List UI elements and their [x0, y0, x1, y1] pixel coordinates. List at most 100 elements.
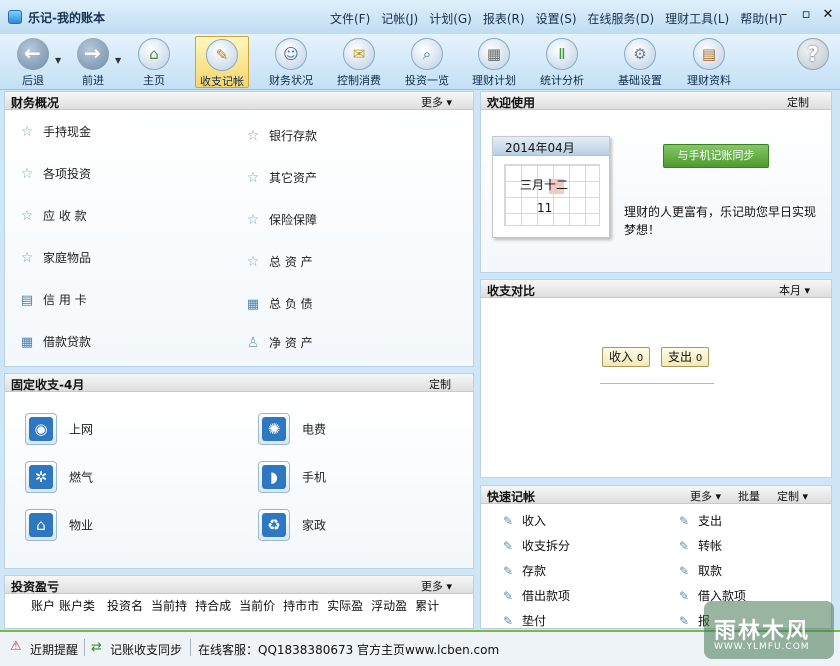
- quick-item[interactable]: ✎ 支出: [679, 512, 722, 529]
- pencil-icon: ✎: [503, 614, 514, 628]
- period-dropdown[interactable]: 本月 ▾: [779, 282, 810, 298]
- income-expense-comparison-panel: 收支对比 本月 ▾ 收入 0 支出 0: [480, 279, 832, 478]
- comparison-axis-line: [600, 383, 714, 384]
- online-service-text[interactable]: 在线客服：QQ1838380673: [198, 641, 353, 658]
- expense-chip[interactable]: 支出 0: [661, 347, 710, 367]
- homepage-link[interactable]: 官方主页www.lcben.com: [357, 641, 499, 658]
- tab-bookkeeping[interactable]: 收支记帐: [195, 36, 249, 88]
- magnifier-icon: [411, 38, 443, 70]
- home-button[interactable]: 主页: [127, 36, 181, 88]
- fixed-item[interactable]: ✲ 燃气: [25, 461, 93, 493]
- income-chip[interactable]: 收入 0: [602, 347, 651, 367]
- column-header[interactable]: 持合成: [195, 597, 231, 614]
- maximize-button[interactable]: ▫: [800, 8, 812, 22]
- column-header[interactable]: 累计: [415, 597, 439, 614]
- menu-file[interactable]: 文件(F): [330, 10, 370, 27]
- watermark-name: 雨林木风: [714, 619, 811, 644]
- title-bar: 乐记-我的账本 文件(F) 记帐(J) 计划(G) 报表(R) 设置(S) 在线…: [0, 0, 840, 34]
- column-header[interactable]: 账户类: [59, 597, 95, 614]
- column-header[interactable]: 浮动盈: [371, 597, 407, 614]
- lightbulb-icon: ✺: [258, 413, 290, 445]
- menu-settings[interactable]: 设置(S): [536, 10, 577, 27]
- tab-investment-overview[interactable]: 投资一览: [400, 36, 454, 88]
- forward-dropdown-icon[interactable]: ▼: [115, 56, 121, 65]
- quick-item[interactable]: ✎ 存款: [503, 562, 546, 579]
- welcome-panel: 欢迎使用 定制 2014年04月 三月十二 11 与手机记账同步 理财的人更富有…: [480, 91, 832, 273]
- column-header[interactable]: 持市市: [283, 597, 319, 614]
- finance-item[interactable]: ☆ 家庭物品: [19, 249, 91, 266]
- tab-financial-status[interactable]: 财务状况: [264, 36, 318, 88]
- calendar-icon: [478, 38, 510, 70]
- mobile-sync-button[interactable]: 与手机记账同步: [663, 144, 769, 168]
- star-icon: ☆: [246, 254, 260, 270]
- finance-item[interactable]: ♙ 净 资 产: [245, 334, 313, 351]
- fixed-income-expense-panel: 固定收支-4月 定制 ◉ 上网 ✲ 燃气 ⌂ 物业 ✺ 电费 ◗ 手机 ♻ 家政: [4, 373, 474, 569]
- tab-financial-plan[interactable]: 理财计划: [467, 36, 521, 88]
- back-dropdown-icon[interactable]: ▼: [55, 56, 61, 65]
- quick-item[interactable]: ✎ 转帐: [679, 537, 722, 554]
- investment-table-header: 账户 账户类 投资名 当前持 持合成 当前价 持市市 实际盈 浮动盈 累计: [5, 597, 439, 614]
- forward-button[interactable]: 前进: [66, 36, 120, 88]
- pencil-icon: ✎: [503, 564, 514, 578]
- menu-online-service[interactable]: 在线服务(D): [588, 10, 655, 27]
- quick-item[interactable]: ✎ 借出款项: [503, 587, 570, 604]
- quick-batch-button[interactable]: 批量: [738, 488, 760, 504]
- help-button[interactable]: [786, 36, 840, 88]
- quick-item[interactable]: ✎ 垫付: [503, 612, 546, 628]
- tab-basic-settings[interactable]: 基础设置: [613, 36, 667, 88]
- column-header[interactable]: 当前价: [239, 597, 275, 614]
- finance-item[interactable]: ☆ 各项投资: [19, 165, 91, 182]
- close-button[interactable]: ✕: [822, 8, 834, 22]
- watermark-logo: 雨林木风 WWW.YLMFU.COM: [704, 601, 834, 659]
- menu-report[interactable]: 报表(R): [483, 10, 525, 27]
- column-header[interactable]: 实际盈: [327, 597, 363, 614]
- tab-financial-materials[interactable]: 理财资料: [682, 36, 736, 88]
- reminder-link[interactable]: 近期提醒: [30, 641, 78, 658]
- column-header[interactable]: 投资名: [107, 597, 143, 614]
- menu-finance-tools[interactable]: 理财工具(L): [665, 10, 729, 27]
- fixed-item[interactable]: ⌂ 物业: [25, 509, 93, 541]
- finance-item[interactable]: ☆ 其它资产: [245, 169, 317, 186]
- quick-item[interactable]: ✎ 收入: [503, 512, 546, 529]
- menu-bookkeeping[interactable]: 记帐(J): [381, 10, 418, 27]
- globe-icon: ◉: [25, 413, 57, 445]
- fixed-item[interactable]: ◉ 上网: [25, 413, 93, 445]
- fixed-item[interactable]: ✺ 电费: [258, 413, 326, 445]
- welcome-slogan: 理财的人更富有，乐记助您早日实现梦想！: [624, 205, 817, 237]
- person-icon: [275, 38, 307, 70]
- finance-item[interactable]: ▦ 总 负 债: [245, 295, 313, 312]
- ledger-icon: ▦: [246, 297, 260, 312]
- tab-statistics[interactable]: 统计分析: [535, 36, 589, 88]
- investment-more-button[interactable]: 更多 ▾: [421, 578, 452, 594]
- quick-custom-button[interactable]: 定制 ▾: [777, 488, 808, 504]
- fixed-item[interactable]: ◗ 手机: [258, 461, 326, 493]
- panel-title: 快速记帐: [487, 490, 536, 504]
- finance-item[interactable]: ☆ 银行存款: [245, 127, 317, 144]
- finance-item[interactable]: ☆ 应 收 款: [19, 207, 87, 224]
- finance-item[interactable]: ▤ 信 用 卡: [19, 291, 87, 308]
- back-button[interactable]: 后退: [6, 36, 60, 88]
- fixed-custom-button[interactable]: 定制: [429, 376, 451, 392]
- finance-more-button[interactable]: 更多 ▾: [421, 94, 452, 110]
- calendar-widget[interactable]: 2014年04月 三月十二 11: [492, 136, 610, 238]
- quick-item[interactable]: ✎ 取款: [679, 562, 722, 579]
- pencil-icon: ✎: [679, 614, 690, 628]
- welcome-custom-button[interactable]: 定制: [787, 94, 809, 110]
- panel-title: 投资盈亏: [11, 580, 60, 594]
- finance-item[interactable]: ▦ 借款贷款: [19, 333, 91, 350]
- column-header[interactable]: 当前持: [151, 597, 187, 614]
- finance-item[interactable]: ☆ 手持现金: [19, 123, 91, 140]
- tab-control-spending[interactable]: 控制消费: [332, 36, 386, 88]
- finance-item[interactable]: ☆ 总 资 产: [245, 253, 313, 270]
- menu-plan[interactable]: 计划(G): [429, 10, 472, 27]
- quick-item[interactable]: ✎ 收支拆分: [503, 537, 570, 554]
- sync-link[interactable]: 记账收支同步: [110, 641, 182, 658]
- column-header[interactable]: 账户: [31, 597, 55, 614]
- star-icon: ☆: [20, 166, 34, 182]
- quick-more-button[interactable]: 更多 ▾: [690, 488, 721, 504]
- fixed-item[interactable]: ♻ 家政: [258, 509, 326, 541]
- pencil-icon: ✎: [679, 589, 690, 603]
- menu-help[interactable]: 帮助(H): [740, 10, 782, 27]
- finance-item[interactable]: ☆ 保险保障: [245, 211, 317, 228]
- minimize-button[interactable]: –: [778, 8, 790, 22]
